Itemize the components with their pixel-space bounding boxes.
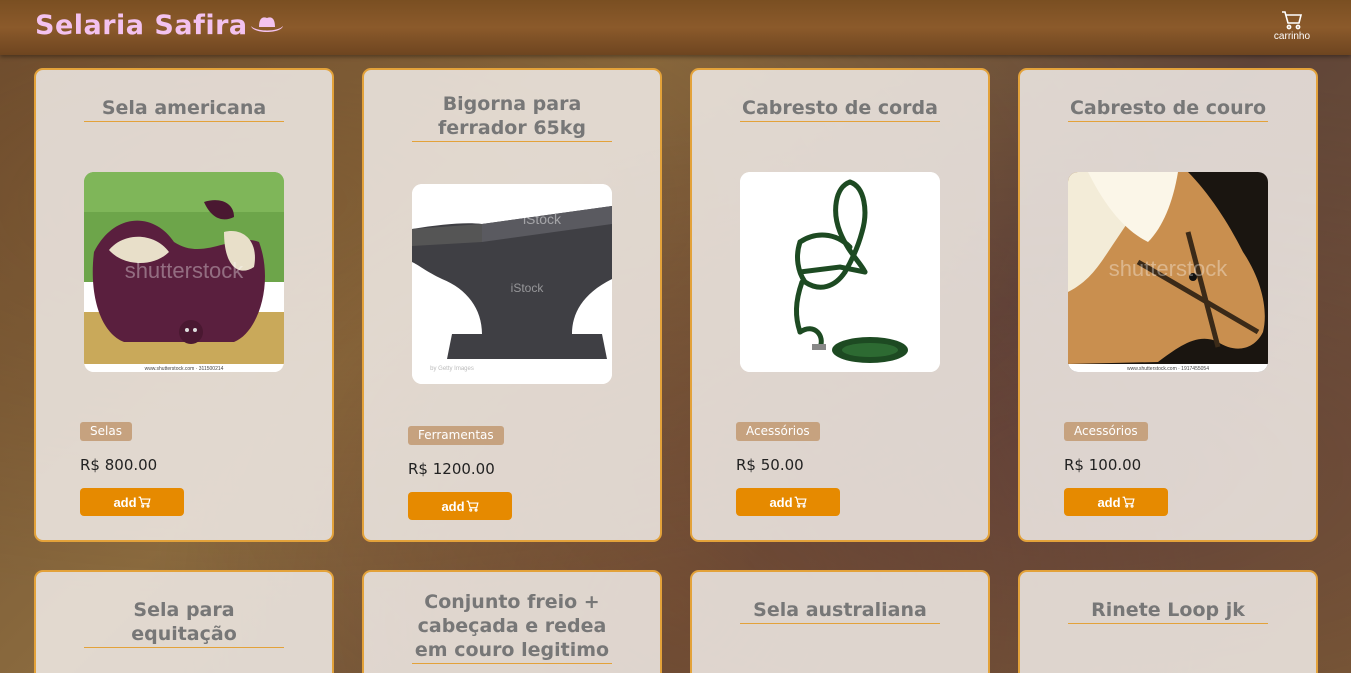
product-title[interactable]: Conjunto freio + cabeçada e redea em cou… — [412, 590, 612, 664]
product-image[interactable]: www.shutterstock.com · 1917455054 shutte… — [1068, 172, 1268, 372]
product-image[interactable] — [740, 172, 940, 372]
cart-icon — [466, 500, 479, 512]
product-card: Sela australiana — [690, 570, 990, 673]
add-label: add — [113, 494, 137, 510]
product-title[interactable]: Cabresto de couro — [1068, 96, 1268, 122]
anvil-photo: iStock iStock by Getty Images — [412, 184, 612, 384]
product-price: R$ 100.00 — [1064, 456, 1142, 474]
image-watermark: shutterstock — [1109, 256, 1229, 281]
image-watermark: iStock — [523, 211, 562, 227]
product-price: R$ 50.00 — [736, 456, 804, 474]
product-card: Rinete Loop jk — [1018, 570, 1318, 673]
product-card: Conjunto freio + cabeçada e redea em cou… — [362, 570, 662, 673]
brand-logo[interactable]: Selaria Safira — [35, 10, 284, 41]
product-title[interactable]: Bigorna para ferrador 65kg — [412, 92, 612, 142]
product-card: Cabresto de couro www.shutterstock.com ·… — [1018, 68, 1318, 542]
image-watermark-credit: by Getty Images — [430, 366, 474, 372]
brand-name: Selaria Safira — [35, 10, 248, 41]
product-card: Sela americana www.shutterstock.com · 31… — [34, 68, 334, 542]
category-badge: Acessórios — [1064, 422, 1148, 441]
cart-icon — [1282, 11, 1303, 30]
image-watermark-url: www.shutterstock.com · 1917455054 — [1127, 366, 1209, 372]
product-image[interactable]: iStock iStock by Getty Images — [412, 184, 612, 384]
top-nav-bar: Selaria Safira carrinho — [0, 0, 1351, 55]
category-badge: Ferramentas — [408, 426, 504, 445]
product-price: R$ 800.00 — [80, 456, 158, 474]
image-watermark: shutterstock — [125, 258, 245, 283]
cart-icon — [1122, 496, 1135, 508]
image-watermark: iStock — [511, 281, 545, 295]
product-title[interactable]: Sela para equitação — [84, 598, 284, 648]
cart-icon — [138, 496, 151, 508]
product-card: Cabresto de corda Acessórios R$ 50.00 ad… — [690, 68, 990, 542]
cart-label: carrinho — [1273, 31, 1311, 42]
cowboy-hat-icon — [250, 16, 283, 32]
category-badge: Selas — [80, 422, 132, 441]
product-card: Sela para equitação — [34, 570, 334, 673]
add-to-cart-button[interactable]: add — [1064, 488, 1168, 516]
cart-icon — [794, 496, 807, 508]
add-to-cart-button[interactable]: add — [408, 492, 512, 520]
product-title[interactable]: Cabresto de corda — [740, 96, 940, 122]
add-label: add — [769, 494, 793, 510]
category-badge: Acessórios — [736, 422, 820, 441]
add-to-cart-button[interactable]: add — [736, 488, 840, 516]
add-to-cart-button[interactable]: add — [80, 488, 184, 516]
horse-halter-photo: www.shutterstock.com · 1917455054 shutte… — [1068, 172, 1268, 372]
add-label: add — [441, 498, 465, 514]
product-image[interactable]: www.shutterstock.com · 311500214 shutter… — [84, 172, 284, 372]
product-title[interactable]: Sela americana — [84, 96, 284, 122]
saddle-photo: www.shutterstock.com · 311500214 shutter… — [84, 172, 284, 372]
product-price: R$ 1200.00 — [408, 460, 495, 478]
product-title[interactable]: Rinete Loop jk — [1068, 598, 1268, 624]
rope-halter-photo — [740, 172, 940, 372]
image-watermark-url: www.shutterstock.com · 311500214 — [145, 366, 224, 372]
cart-button[interactable]: carrinho — [1268, 10, 1316, 46]
product-card: Bigorna para ferrador 65kg iStock iStock… — [362, 68, 662, 542]
product-title[interactable]: Sela australiana — [740, 598, 940, 624]
add-label: add — [1097, 494, 1121, 510]
